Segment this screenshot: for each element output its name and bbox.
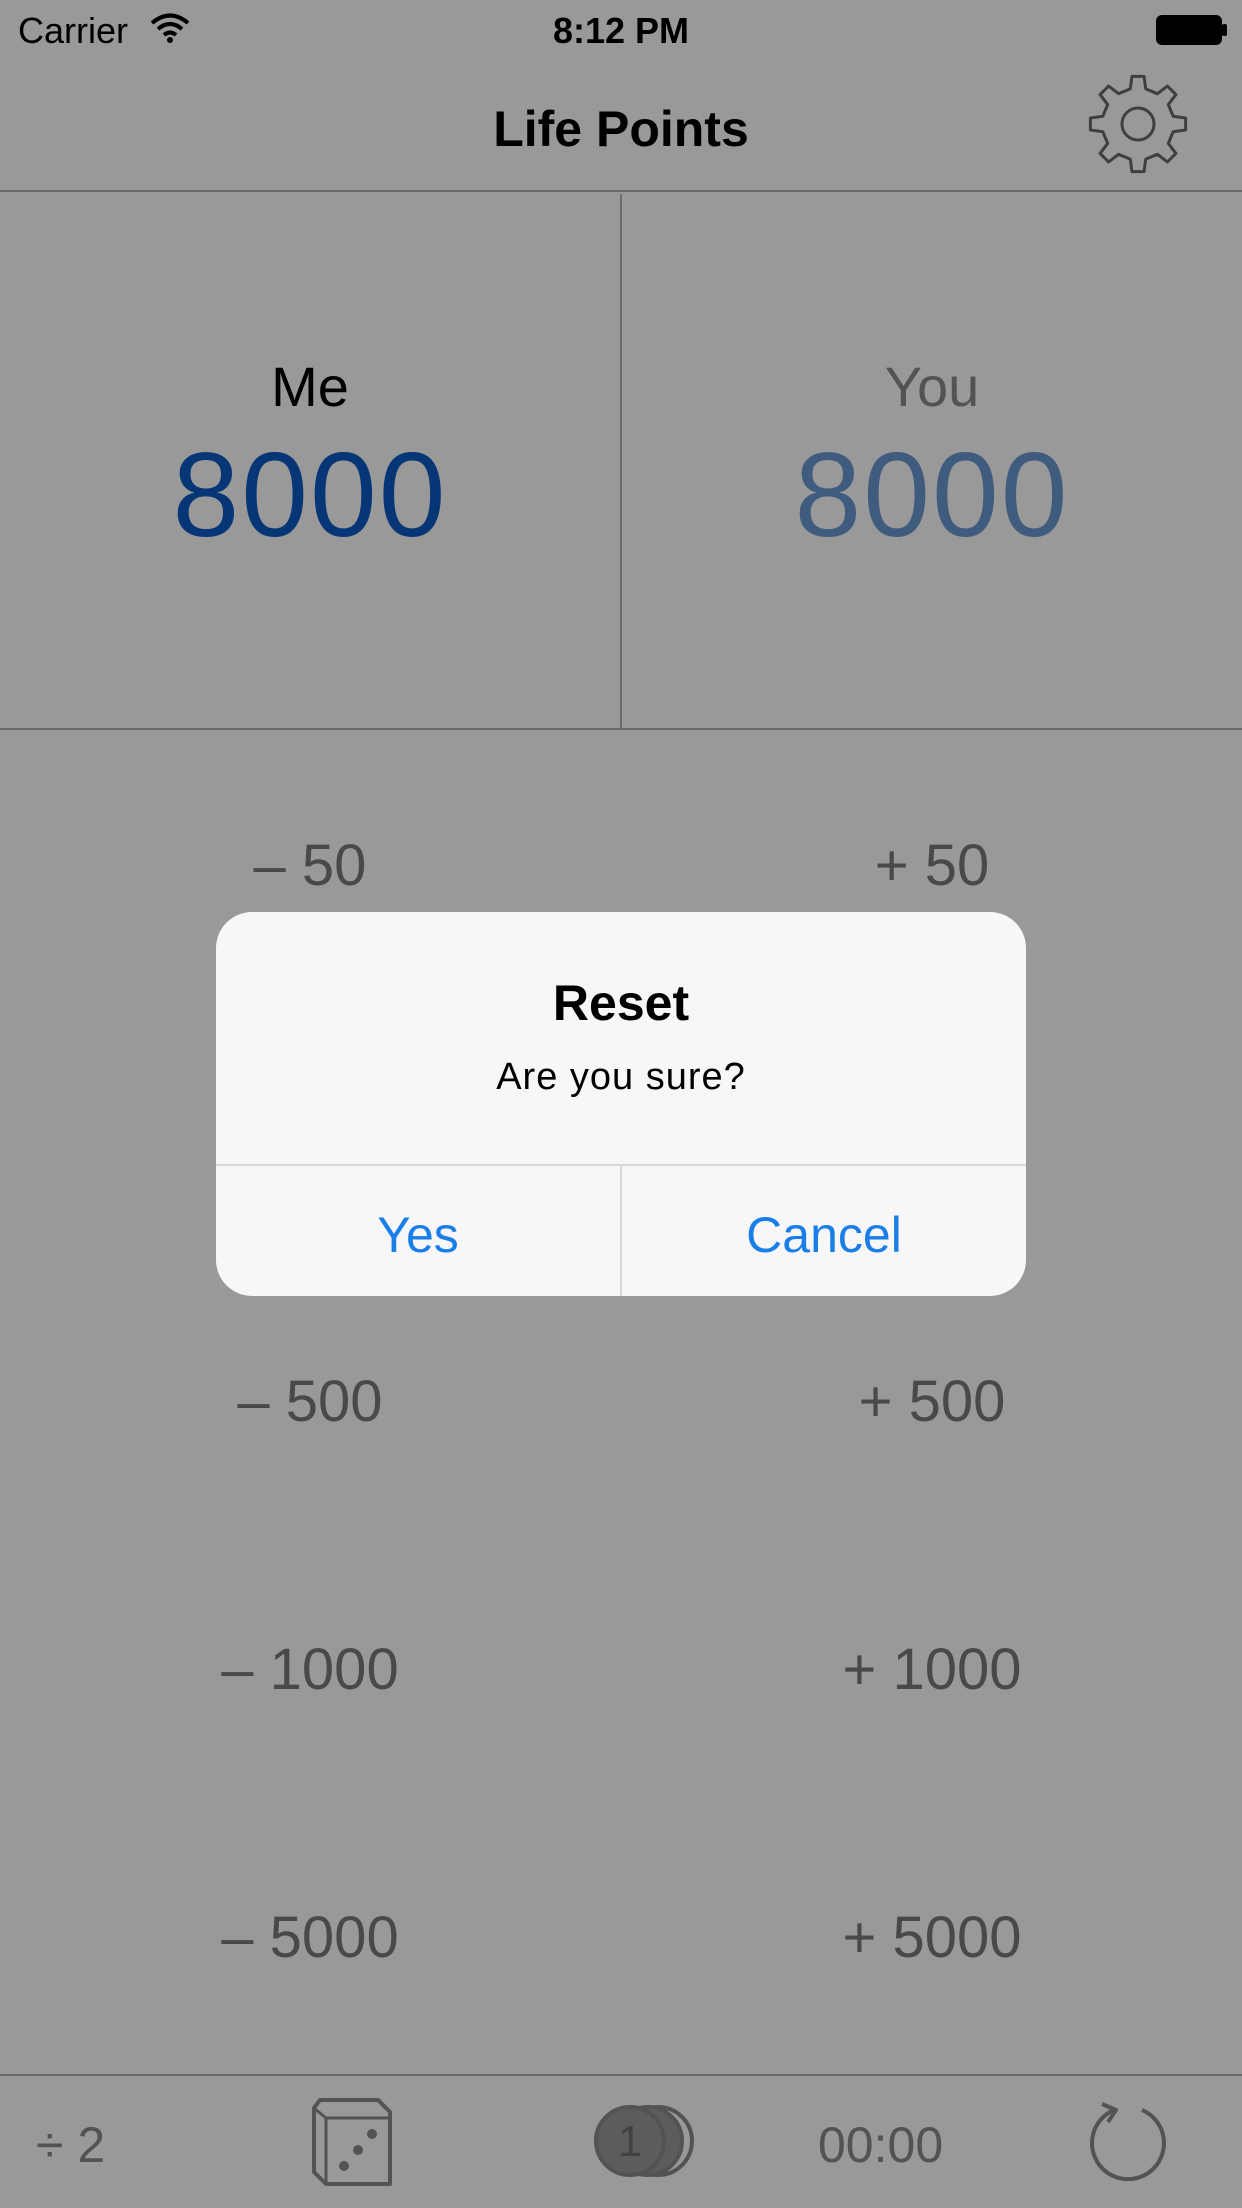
life-points-screen: Carrier 8:12 PM Life Points Me 8000 You … bbox=[0, 0, 1242, 2208]
yes-button[interactable]: Yes bbox=[216, 1166, 620, 1296]
yes-button-label: Yes bbox=[377, 1207, 459, 1263]
cancel-button[interactable]: Cancel bbox=[622, 1166, 1026, 1296]
reset-alert-dialog: Reset Are you sure? Yes Cancel bbox=[216, 912, 1026, 1296]
cancel-button-label: Cancel bbox=[746, 1207, 902, 1263]
alert-message: Are you sure? bbox=[496, 1056, 746, 1098]
alert-title: Reset bbox=[552, 975, 690, 1031]
